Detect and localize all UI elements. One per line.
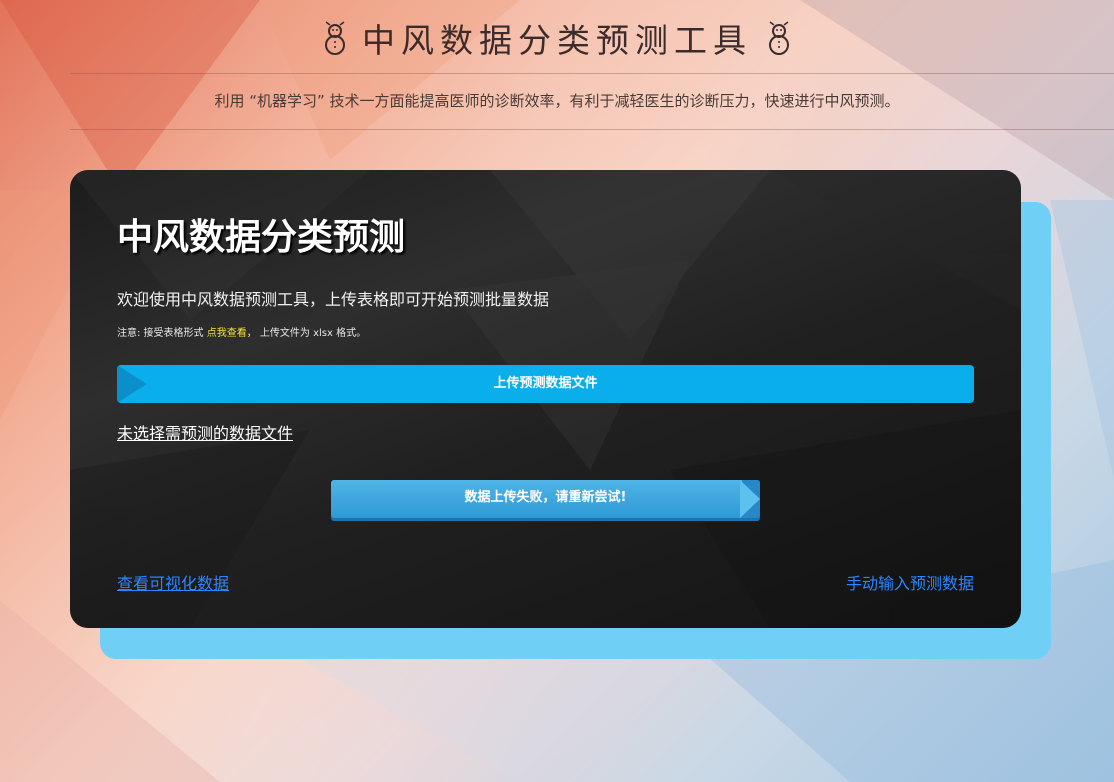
prediction-card: 中风数据分类预测 欢迎使用中风数据预测工具，上传表格即可开始预测批量数据 注意:… [70, 170, 1021, 628]
welcome-text: 欢迎使用中风数据预测工具，上传表格即可开始预测批量数据 [117, 290, 550, 309]
note-prefix: 注意: 接受表格形式 [117, 328, 204, 339]
upload-file-button[interactable]: 上传预测数据文件 [117, 365, 974, 403]
snowman-icon [325, 21, 345, 55]
subtitle-divider [70, 129, 1114, 130]
page-subtitle: 利用 “机器学习” 技术一方面能提高医师的诊断效率，有利于减轻医生的诊断压力，快… [214, 92, 900, 110]
upload-button-label: 上传预测数据文件 [493, 376, 598, 391]
manual-input-link[interactable]: 手动输入预测数据 [846, 570, 974, 594]
header-divider [70, 73, 1114, 74]
note-suffix: ， 上传文件为 xlsx 格式。 [246, 328, 367, 339]
card-title: 中风数据分类预测 [117, 217, 406, 258]
status-button-label: 数据上传失败，请重新尝试! [464, 490, 627, 505]
snowman-icon [769, 21, 789, 55]
view-format-link[interactable]: 点我查看 [207, 328, 247, 339]
format-note: 注意: 接受表格形式 点我查看， 上传文件为 xlsx 格式。 [117, 324, 366, 339]
page-title: 中风数据分类预测工具 [0, 10, 1114, 66]
selected-file-status: 未选择需预测的数据文件 [117, 424, 294, 443]
view-visualization-link[interactable]: 查看可视化数据 [117, 570, 229, 594]
upload-status-button[interactable]: 数据上传失败，请重新尝试! [331, 480, 760, 518]
app-title-text: 中风数据分类预测工具 [362, 21, 752, 60]
